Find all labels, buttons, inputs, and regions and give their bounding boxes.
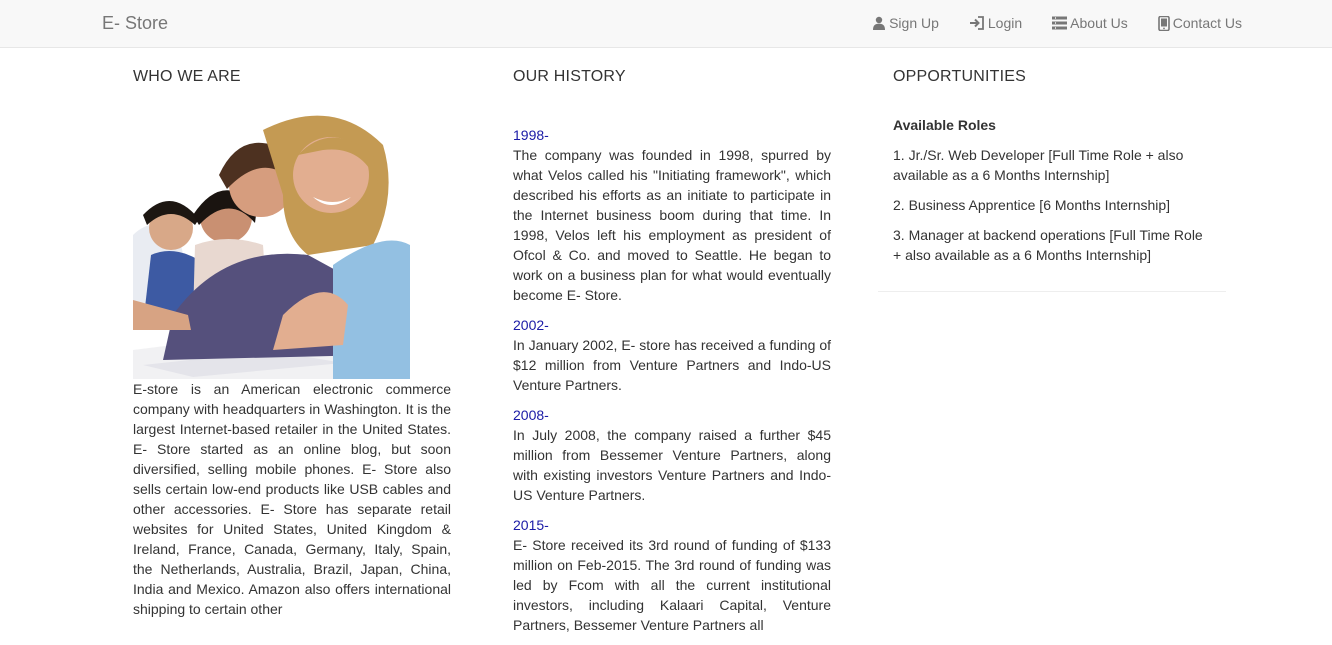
section-divider bbox=[878, 291, 1226, 292]
opportunities-heading: OPPORTUNITIES bbox=[893, 68, 1026, 85]
nav-about-label: About Us bbox=[1070, 15, 1128, 31]
nav-signup-label: Sign Up bbox=[889, 15, 939, 31]
nav-contact-label: Contact Us bbox=[1172, 15, 1242, 31]
history-heading: OUR HISTORY bbox=[513, 68, 626, 85]
history-text: E- Store received its 3rd round of fundi… bbox=[513, 537, 831, 633]
nav-links: Sign Up Login About Us Contact Us bbox=[872, 13, 1242, 33]
history-text: The company was founded in 1998, spurred… bbox=[513, 147, 831, 303]
login-icon bbox=[969, 16, 984, 30]
role-item: 2. Business Apprentice [6 Months Interns… bbox=[893, 197, 1171, 213]
available-roles-title: Available Roles bbox=[893, 117, 996, 133]
opportunities-section: OPPORTUNITIES Available Roles 1. Jr./Sr.… bbox=[893, 66, 1211, 265]
nav-signup-link[interactable]: Sign Up bbox=[872, 13, 939, 33]
brand-logo[interactable]: E- Store bbox=[102, 12, 168, 34]
history-timeline: 1998- The company was founded in 1998, s… bbox=[513, 125, 831, 635]
top-navbar: E- Store Sign Up Login About Us Contact … bbox=[0, 0, 1332, 48]
user-icon bbox=[873, 16, 886, 30]
students-photo bbox=[133, 115, 410, 379]
history-text: In July 2008, the company raised a furth… bbox=[513, 427, 831, 503]
history-year: 1998- bbox=[513, 127, 549, 143]
history-entry: 2008- In July 2008, the company raised a… bbox=[513, 405, 831, 505]
history-text: In January 2002, E- store has received a… bbox=[513, 337, 831, 393]
history-year: 2002- bbox=[513, 317, 549, 333]
history-entry: 2002- In January 2002, E- store has rece… bbox=[513, 315, 831, 395]
who-we-are-heading: WHO WE ARE bbox=[133, 68, 241, 85]
role-item: 1. Jr./Sr. Web Developer [Full Time Role… bbox=[893, 147, 1184, 183]
phone-icon bbox=[1157, 15, 1170, 31]
history-entry: 2015- E- Store received its 3rd round of… bbox=[513, 515, 831, 635]
list-icon bbox=[1052, 16, 1068, 30]
nav-contact-link[interactable]: Contact Us bbox=[1157, 13, 1242, 33]
history-year: 2015- bbox=[513, 517, 549, 533]
history-section: OUR HISTORY 1998- The company was founde… bbox=[513, 66, 831, 645]
role-item: 3. Manager at backend operations [Full T… bbox=[893, 227, 1203, 263]
nav-about-link[interactable]: About Us bbox=[1052, 13, 1128, 33]
nav-login-link[interactable]: Login bbox=[969, 13, 1022, 33]
who-we-are-section: WHO WE ARE E-store is an American electr… bbox=[133, 66, 451, 619]
history-year: 2008- bbox=[513, 407, 549, 423]
nav-login-label: Login bbox=[987, 15, 1023, 31]
who-we-are-text: E-store is an American electronic commer… bbox=[133, 381, 451, 617]
history-entry: 1998- The company was founded in 1998, s… bbox=[513, 125, 831, 305]
